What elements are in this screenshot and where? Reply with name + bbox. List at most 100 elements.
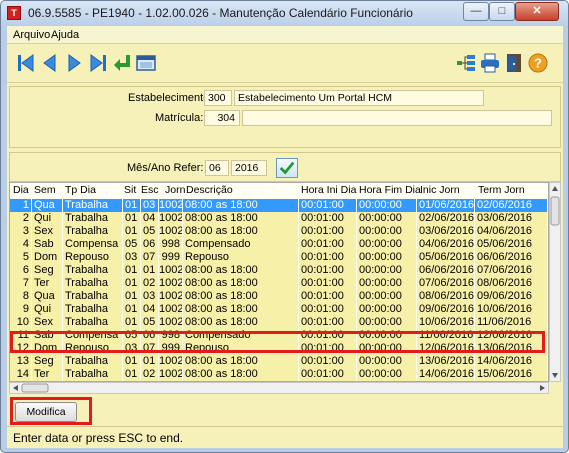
- horizontal-scrollbar[interactable]: [9, 382, 549, 394]
- cell-inic-jorn[interactable]: 03/06/2016: [417, 225, 475, 238]
- mes-field[interactable]: 06: [205, 160, 229, 176]
- cell-dia[interactable]: 2: [10, 212, 32, 225]
- cell-tp-dia[interactable]: Trabalha: [63, 199, 123, 212]
- cell-inic-jorn[interactable]: 01/06/2016: [417, 199, 475, 212]
- cell-tp-dia[interactable]: Trabalha: [63, 290, 123, 303]
- cell-jorn[interactable]: 1002: [159, 225, 183, 238]
- cell-tp-dia[interactable]: Trabalha: [63, 225, 123, 238]
- first-record-icon[interactable]: [15, 52, 37, 74]
- cell-term-jorn[interactable]: 05/06/2016: [475, 238, 548, 251]
- table-row[interactable]: 11 Sab Compensa 05 06 998 Compensado 00:01:00 00…: [10, 329, 548, 342]
- cell-tp-dia[interactable]: Compensa: [63, 329, 123, 342]
- cell-sit[interactable]: 01: [123, 225, 141, 238]
- cell-dia[interactable]: 11: [10, 329, 32, 342]
- cell-term-jorn[interactable]: 13/06/2016: [475, 342, 548, 355]
- modifica-button[interactable]: Modifica: [15, 402, 77, 422]
- cell-term-jorn[interactable]: 10/06/2016: [475, 303, 548, 316]
- table-row[interactable]: 10 Sex Trabalha 01 05 1002 08:00 as 18:00 00:01…: [10, 316, 548, 329]
- cell-term-jorn[interactable]: 07/06/2016: [475, 264, 548, 277]
- cell-inic-jorn[interactable]: 06/06/2016: [417, 264, 475, 277]
- cell-dia[interactable]: 9: [10, 303, 32, 316]
- cell-hora-ini[interactable]: 00:01:00: [299, 329, 357, 342]
- cell-tp-dia[interactable]: Trabalha: [63, 212, 123, 225]
- cell-sit[interactable]: 01: [123, 212, 141, 225]
- cell-hora-ini[interactable]: 00:01:00: [299, 368, 357, 381]
- cell-sem[interactable]: Sab: [32, 238, 63, 251]
- cell-sit[interactable]: 01: [123, 264, 141, 277]
- cell-hora-fim[interactable]: 00:00:00: [357, 316, 417, 329]
- cell-hora-ini[interactable]: 00:01:00: [299, 342, 357, 355]
- cell-sem[interactable]: Qui: [32, 212, 63, 225]
- cell-sem[interactable]: Qua: [32, 290, 63, 303]
- cell-jorn[interactable]: 1002: [159, 277, 183, 290]
- cell-hora-fim[interactable]: 00:00:00: [357, 264, 417, 277]
- cell-sit[interactable]: 01: [123, 303, 141, 316]
- cell-hora-ini[interactable]: 00:01:00: [299, 290, 357, 303]
- cell-term-jorn[interactable]: 08/06/2016: [475, 277, 548, 290]
- cell-esc[interactable]: 04: [141, 212, 159, 225]
- col-header-hora-fim[interactable]: Hora Fim Dia: [359, 184, 421, 196]
- cell-esc[interactable]: 03: [141, 199, 159, 212]
- cell-sit[interactable]: 05: [123, 238, 141, 251]
- cell-inic-jorn[interactable]: 13/06/2016: [417, 355, 475, 368]
- col-header-dia[interactable]: Dia: [13, 184, 29, 196]
- cell-term-jorn[interactable]: 15/06/2016: [475, 368, 548, 381]
- last-record-icon[interactable]: [87, 52, 109, 74]
- cell-term-jorn[interactable]: 14/06/2016: [475, 355, 548, 368]
- cell-descricao[interactable]: Compensado: [183, 329, 299, 342]
- cell-descricao[interactable]: 08:00 as 18:00: [183, 225, 299, 238]
- table-row[interactable]: 9 Qui Trabalha 01 04 1002 08:00 as 18:00 00:01:…: [10, 303, 548, 316]
- cell-descricao[interactable]: 08:00 as 18:00: [183, 277, 299, 290]
- cell-hora-ini[interactable]: 00:01:00: [299, 212, 357, 225]
- ano-field[interactable]: 2016: [231, 160, 267, 176]
- cell-term-jorn[interactable]: 02/06/2016: [475, 199, 548, 212]
- cell-sit[interactable]: 03: [123, 342, 141, 355]
- maximize-button[interactable]: □: [489, 2, 515, 21]
- cell-descricao[interactable]: 08:00 as 18:00: [183, 199, 299, 212]
- menu-arquivo[interactable]: Arquivo: [13, 29, 50, 41]
- cell-sem[interactable]: Seg: [32, 355, 63, 368]
- col-header-sit[interactable]: Sit: [124, 184, 136, 196]
- cell-jorn[interactable]: 1002: [159, 368, 183, 381]
- exit-door-icon[interactable]: [503, 52, 525, 74]
- cell-descricao[interactable]: 08:00 as 18:00: [183, 368, 299, 381]
- return-icon[interactable]: [111, 52, 133, 74]
- window-icon[interactable]: [135, 52, 157, 74]
- col-header-sem[interactable]: Sem: [34, 184, 56, 196]
- cell-tp-dia[interactable]: Repouso: [63, 251, 123, 264]
- cell-sem[interactable]: Qui: [32, 303, 63, 316]
- cell-hora-fim[interactable]: 00:00:00: [357, 329, 417, 342]
- cell-inic-jorn[interactable]: 11/06/2016: [417, 329, 475, 342]
- cell-esc[interactable]: 02: [141, 277, 159, 290]
- cell-esc[interactable]: 06: [141, 238, 159, 251]
- cell-hora-fim[interactable]: 00:00:00: [357, 251, 417, 264]
- cell-term-jorn[interactable]: 04/06/2016: [475, 225, 548, 238]
- cell-jorn[interactable]: 998: [159, 238, 183, 251]
- cell-tp-dia[interactable]: Trabalha: [63, 303, 123, 316]
- cell-dia[interactable]: 12: [10, 342, 32, 355]
- cell-dia[interactable]: 3: [10, 225, 32, 238]
- cell-tp-dia[interactable]: Repouso: [63, 342, 123, 355]
- col-header-descricao[interactable]: Descrição: [186, 184, 233, 196]
- cell-hora-ini[interactable]: 00:01:00: [299, 264, 357, 277]
- cell-inic-jorn[interactable]: 09/06/2016: [417, 303, 475, 316]
- col-header-jorn[interactable]: Jorn: [165, 184, 185, 196]
- cell-tp-dia[interactable]: Trabalha: [63, 316, 123, 329]
- cell-inic-jorn[interactable]: 04/06/2016: [417, 238, 475, 251]
- cell-dia[interactable]: 13: [10, 355, 32, 368]
- cell-hora-fim[interactable]: 00:00:00: [357, 277, 417, 290]
- cell-sem[interactable]: Ter: [32, 277, 63, 290]
- next-record-icon[interactable]: [63, 52, 85, 74]
- table-row[interactable]: 4 Sab Compensa 05 06 998 Compensado 00:01:00 00:…: [10, 238, 548, 251]
- cell-descricao[interactable]: Repouso: [183, 251, 299, 264]
- cell-jorn[interactable]: 1002: [159, 199, 183, 212]
- cell-descricao[interactable]: 08:00 as 18:00: [183, 303, 299, 316]
- cell-sit[interactable]: 01: [123, 199, 141, 212]
- cell-hora-fim[interactable]: 00:00:00: [357, 212, 417, 225]
- cell-hora-fim[interactable]: 00:00:00: [357, 303, 417, 316]
- cell-hora-fim[interactable]: 00:00:00: [357, 290, 417, 303]
- cell-jorn[interactable]: 999: [159, 342, 183, 355]
- col-header-hora-ini[interactable]: Hora Ini Dia: [301, 184, 356, 196]
- cell-dia[interactable]: 10: [10, 316, 32, 329]
- close-button[interactable]: ✕: [515, 2, 559, 21]
